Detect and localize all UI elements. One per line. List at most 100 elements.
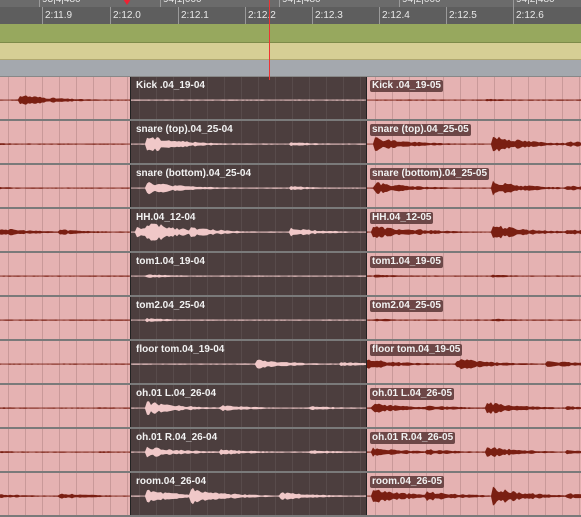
- audio-clip[interactable]: oh.01 L.04_26-05: [367, 385, 581, 427]
- clip-name-label: HH.04_12-04: [136, 212, 196, 223]
- ruler-bar-tick: [39, 0, 40, 7]
- ruler-timecode-tick: [312, 7, 313, 24]
- audio-clip[interactable]: snare (top).04_25-05: [367, 121, 581, 163]
- playhead-marker-icon[interactable]: [123, 0, 131, 5]
- ruler-timecode-label: 2:12.6: [516, 10, 544, 21]
- clip-name-label: floor tom.04_19-05: [370, 344, 463, 356]
- track-hh[interactable]: HH.04_12-04 HH.04_12-05: [0, 209, 581, 253]
- audio-clip[interactable]: floor tom.04_19-04: [130, 341, 367, 383]
- ruler-bar-label: 94|2|000: [402, 0, 441, 5]
- track-tom1[interactable]: tom1.04_19-04 tom1.04_19-05: [0, 253, 581, 297]
- waveform: [0, 143, 130, 145]
- clip-name-label: room.04_26-05: [370, 476, 445, 488]
- audio-clip-previous[interactable]: [0, 473, 130, 515]
- ruler-timecode-label: 2:11.9: [45, 10, 73, 21]
- clip-name-label: oh.01 L.04_26-04: [136, 388, 217, 399]
- audio-clip-previous[interactable]: [0, 209, 130, 251]
- playhead-line[interactable]: [269, 0, 270, 80]
- audio-clip-previous[interactable]: [0, 297, 130, 339]
- audio-clip[interactable]: tom2.04_25-04: [130, 297, 367, 339]
- ruler-timecode-label: 2:12.0: [113, 10, 141, 21]
- track-kick[interactable]: Kick .04_19-04 Kick .04_19-05: [0, 77, 581, 121]
- audio-clip[interactable]: room.04_26-04: [130, 473, 367, 515]
- ruler-timecode-label: 2:12.4: [382, 10, 410, 21]
- clip-name-label: oh.01 L.04_26-05: [370, 388, 455, 400]
- audio-clip[interactable]: snare (bottom).04_25-05: [367, 165, 581, 207]
- ruler-bar-tick: [279, 0, 280, 7]
- clip-name-label: snare (bottom).04_25-05: [370, 168, 490, 180]
- timecode-ruler[interactable]: 2:11.9 2:12.0 2:12.1 2:12.2 2:12.3 2:12.4 2:12…: [0, 7, 581, 24]
- ruler-bar-label: 94|1|000: [163, 0, 202, 5]
- ruler-timecode-tick: [178, 7, 179, 24]
- audio-clip[interactable]: tom1.04_19-05: [367, 253, 581, 295]
- audio-clip[interactable]: Kick .04_19-04: [130, 77, 367, 119]
- track-oh-l[interactable]: oh.01 L.04_26-04 oh.01 L.04_26-05: [0, 385, 581, 429]
- audio-clip[interactable]: oh.01 R.04_26-04: [130, 429, 367, 471]
- audio-clip-previous[interactable]: [0, 385, 130, 427]
- audio-clip-previous[interactable]: [0, 429, 130, 471]
- clip-name-label: floor tom.04_19-04: [136, 344, 225, 355]
- waveform: [0, 95, 130, 105]
- ruler-bar-tick: [513, 0, 514, 7]
- clip-name-label: HH.04_12-05: [370, 212, 434, 224]
- audio-clip-previous[interactable]: [0, 77, 130, 119]
- audio-clip-previous[interactable]: [0, 253, 130, 295]
- audio-clip-previous[interactable]: [0, 165, 130, 207]
- ruler-bar-label: 94|2|480: [516, 0, 555, 5]
- track-oh-r[interactable]: oh.01 R.04_26-04 oh.01 R.04_26-05: [0, 429, 581, 473]
- audio-clip[interactable]: HH.04_12-04: [130, 209, 367, 251]
- track-tom2[interactable]: tom2.04_25-04 tom2.04_25-05: [0, 297, 581, 341]
- track-snare-top[interactable]: snare (top).04_25-04 snare (top).04_25-05: [0, 121, 581, 165]
- ruler-bar-label: 94|1|480: [282, 0, 321, 5]
- track-room[interactable]: room.04_26-04 room.04_26-05: [0, 473, 581, 517]
- ruler-timecode-label: 2:12.3: [315, 10, 343, 21]
- ruler-timecode-tick: [110, 7, 111, 24]
- clip-name-label: Kick .04_19-04: [136, 80, 205, 91]
- waveform: [0, 451, 130, 454]
- clip-name-label: tom1.04_19-05: [370, 256, 443, 268]
- audio-clip[interactable]: tom1.04_19-04: [130, 253, 367, 295]
- clip-name-label: tom2.04_25-04: [136, 300, 205, 311]
- audio-clip[interactable]: oh.01 R.04_26-05: [367, 429, 581, 471]
- track-snare-bottom[interactable]: snare (bottom).04_25-04 snare (bottom).04…: [0, 165, 581, 209]
- ruler-timecode-tick: [245, 7, 246, 24]
- clip-name-label: tom2.04_25-05: [370, 300, 443, 312]
- ruler-timecode-label: 2:12.1: [181, 10, 209, 21]
- ruler-bar-tick: [399, 0, 400, 7]
- audio-clip[interactable]: snare (top).04_25-04: [130, 121, 367, 163]
- clip-name-label: snare (bottom).04_25-04: [136, 168, 252, 179]
- audio-clip[interactable]: floor tom.04_19-05: [367, 341, 581, 383]
- track-floor-tom[interactable]: floor tom.04_19-04 floor tom.04_19-05: [0, 341, 581, 385]
- clip-name-label: Kick .04_19-05: [370, 80, 443, 92]
- clip-name-label: snare (top).04_25-04: [136, 124, 233, 135]
- ruler-bar-tick: [160, 0, 161, 7]
- audio-clip[interactable]: HH.04_12-05: [367, 209, 581, 251]
- clip-name-label: snare (top).04_25-05: [370, 124, 471, 136]
- waveform: [0, 319, 130, 321]
- waveform: [0, 407, 130, 409]
- waveform: [0, 493, 130, 499]
- ruler-timecode-label: 2:12.5: [449, 10, 477, 21]
- track-list: Kick .04_19-04 Kick .04_19-05snare (top).…: [0, 77, 581, 517]
- ruler-timecode-tick: [446, 7, 447, 24]
- empty-lane[interactable]: [0, 60, 581, 77]
- clip-name-label: oh.01 R.04_26-04: [136, 432, 218, 443]
- waveform: [0, 363, 130, 365]
- ruler-bar-label: 93|4|480: [42, 0, 81, 5]
- audio-clip[interactable]: snare (bottom).04_25-04: [130, 165, 367, 207]
- ruler-timecode-tick: [42, 7, 43, 24]
- ruler-timecode-tick: [513, 7, 514, 24]
- waveform: [0, 275, 130, 277]
- audio-clip[interactable]: Kick .04_19-05: [367, 77, 581, 119]
- bars-beats-ruler[interactable]: 93|4|480 94|1|000 94|1|480 94|2|000 94|2|480: [0, 0, 581, 7]
- audio-clip-previous[interactable]: [0, 341, 130, 383]
- audio-clip[interactable]: oh.01 L.04_26-04: [130, 385, 367, 427]
- ruler-timecode-tick: [379, 7, 380, 24]
- audio-clip-previous[interactable]: [0, 121, 130, 163]
- audio-clip[interactable]: room.04_26-05: [367, 473, 581, 515]
- audio-clip[interactable]: tom2.04_25-05: [367, 297, 581, 339]
- marker-lane[interactable]: [0, 24, 581, 43]
- clip-name-label: tom1.04_19-04: [136, 256, 205, 267]
- waveform: [0, 187, 130, 190]
- tempo-lane[interactable]: [0, 43, 581, 60]
